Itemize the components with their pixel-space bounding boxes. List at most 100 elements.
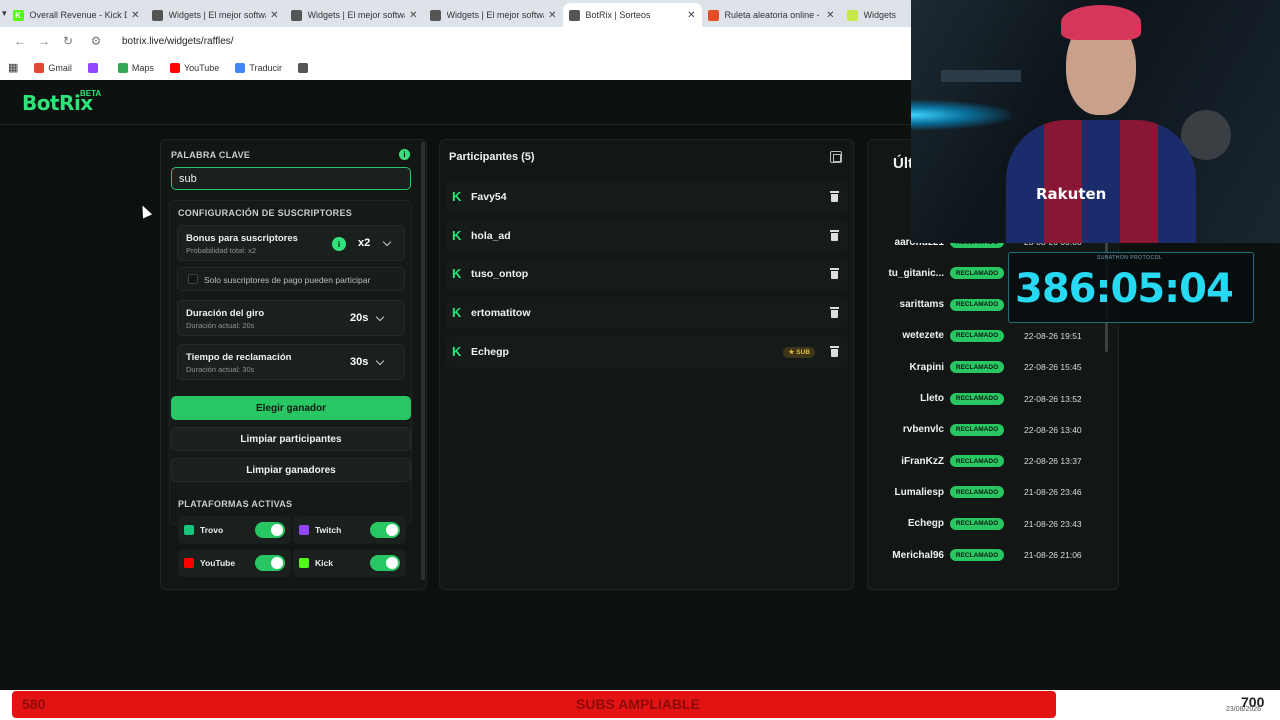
clear-winners-button[interactable]: Limpiar ganadores: [171, 458, 411, 482]
winner-row: Lleto RECLAMADO 22-08-26 13:52: [882, 386, 1102, 412]
participant-row: K Favy54: [446, 181, 848, 213]
close-icon[interactable]: ✕: [409, 10, 417, 21]
bookmark-favicon-icon: [235, 62, 246, 73]
winner-row: Lumaliesp RECLAMADO 21-08-26 23:46: [882, 479, 1102, 505]
claimed-badge: RECLAMADO: [950, 267, 1004, 280]
url-field[interactable]: botrix.live/widgets/raffles/: [122, 36, 234, 47]
trash-icon[interactable]: [830, 191, 839, 202]
browser-tab[interactable]: Widgets | El mejor softwa ✕: [146, 3, 285, 27]
chevron-down-icon[interactable]: [375, 356, 385, 366]
browser-tab[interactable]: BotRix | Sorteos ✕: [562, 3, 702, 27]
browser-chrome: ▾ K Overall Revenue - Kick Da ✕ Widgets | E…: [0, 0, 974, 80]
browser-tab[interactable]: Widgets | El mejor softwa ✕: [285, 3, 424, 27]
sub-goal-progress: [12, 691, 1056, 718]
pick-winner-button[interactable]: Elegir ganador: [171, 396, 411, 420]
bookmark-item[interactable]: YouTube: [169, 62, 219, 73]
forward-icon[interactable]: →: [32, 34, 56, 48]
bookmark-favicon-icon: [34, 62, 45, 73]
claimed-badge: RECLAMADO: [950, 455, 1004, 468]
browser-tab[interactable]: Widgets | El mejor softwa ✕: [424, 3, 563, 27]
raffle-settings-panel: PALABRA CLAVE i sub CONFIGURACIÓN DE SUS…: [160, 139, 427, 590]
only-paid-checkbox[interactable]: [188, 274, 198, 284]
spin-subtitle: Duración actual: 20s: [186, 321, 255, 330]
trash-icon[interactable]: [830, 229, 839, 241]
back-icon[interactable]: ←: [8, 34, 32, 48]
bookmark-label: Maps: [131, 62, 154, 73]
trovo-toggle[interactable]: [255, 522, 285, 538]
winner-name: Echegp: [907, 518, 944, 530]
browser-tab[interactable]: K Overall Revenue - Kick Da ✕: [7, 3, 146, 27]
kick-icon: K: [452, 227, 462, 243]
cam-streamer-hair: [1061, 5, 1141, 40]
winner-name: Lleto: [920, 393, 944, 404]
trash-icon[interactable]: [830, 307, 839, 319]
chevron-down-icon[interactable]: [375, 312, 385, 322]
tab-favicon-icon: [846, 9, 858, 21]
winner-name: rvbenvlc: [902, 424, 944, 436]
sub-goal-date: 23/08/2026: [1226, 706, 1262, 713]
winner-date: 22-08-26 13:52: [1024, 393, 1082, 404]
trash-icon[interactable]: [830, 268, 839, 280]
kick-toggle[interactable]: [370, 555, 400, 571]
bookmarks-bar: ▦ Gmail Maps YouTube Traducir: [0, 55, 911, 80]
site-info-icon[interactable]: ⚙: [84, 34, 108, 48]
platforms-label: PLATAFORMAS ACTIVAS: [178, 499, 293, 509]
winner-date: 22-08-26 19:51: [1024, 330, 1082, 341]
close-icon[interactable]: ✕: [548, 10, 556, 21]
tab-favicon-icon: [707, 9, 719, 21]
spin-title: Duración del giro: [186, 308, 265, 319]
sub-badge-label: SUB: [796, 348, 810, 356]
close-icon[interactable]: ✕: [131, 10, 139, 21]
winner-date: 22-08-26 13:37: [1024, 456, 1082, 467]
bookmark-favicon-icon: [117, 62, 128, 73]
tab-title: Overall Revenue - Kick Da: [29, 10, 128, 20]
bookmark-favicon-icon: [169, 62, 180, 73]
bookmark-item[interactable]: Gmail: [34, 62, 72, 73]
browser-tab[interactable]: Ruleta aleatoria online - ✕: [702, 3, 841, 27]
platform-youtube: YouTube: [178, 549, 291, 577]
platform-name: YouTube: [200, 558, 236, 568]
close-icon[interactable]: ✕: [687, 10, 695, 21]
apps-grid-icon[interactable]: ▦: [8, 61, 18, 74]
participant-name: Favy54: [471, 191, 507, 203]
platform-kick: Kick: [293, 549, 406, 577]
trash-icon[interactable]: [830, 345, 839, 357]
winner-row: Echegp RECLAMADO 21-08-26 23:43: [882, 511, 1102, 537]
reload-icon[interactable]: ↻: [56, 34, 80, 48]
winner-row: Krapini RECLAMADO 22-08-26 15:45: [882, 354, 1102, 380]
youtube-toggle[interactable]: [255, 555, 285, 571]
platform-trovo: Trovo: [178, 516, 291, 544]
winner-row: rvbenvlc RECLAMADO 22-08-26 13:40: [882, 417, 1102, 443]
claimed-badge: RECLAMADO: [950, 361, 1004, 374]
copy-icon[interactable]: [830, 151, 842, 163]
spin-select[interactable]: 20s: [350, 312, 368, 324]
settings-scrollbar[interactable]: [421, 142, 425, 580]
participant-name: Echegp: [471, 345, 509, 358]
trovo-icon: [184, 525, 194, 535]
info-icon[interactable]: i: [399, 149, 410, 160]
chevron-down-icon[interactable]: [382, 237, 392, 247]
claim-subtitle: Duración actual: 30s: [186, 365, 255, 374]
participants-title: Participantes (5): [449, 151, 535, 163]
winner-row: wetezete RECLAMADO 22-08-26 19:51: [882, 323, 1102, 349]
bonus-info-icon[interactable]: i: [332, 237, 346, 251]
bookmark-item[interactable]: Traducir: [235, 62, 282, 73]
keyword-input[interactable]: sub: [171, 167, 411, 190]
close-icon[interactable]: ✕: [270, 10, 278, 21]
tab-strip: ▾ K Overall Revenue - Kick Da ✕ Widgets | E…: [0, 0, 974, 27]
close-icon[interactable]: ✕: [826, 10, 834, 21]
cam-streamer-shirt: [1006, 120, 1196, 243]
bonus-select[interactable]: x2: [358, 237, 370, 249]
winner-date: 21-08-26 23:46: [1024, 487, 1082, 498]
claimed-badge: RECLAMADO: [950, 423, 1004, 436]
participant-row: Kertomatitow: [446, 297, 848, 330]
twitch-toggle[interactable]: [370, 522, 400, 538]
clear-participants-button[interactable]: Limpiar participantes: [171, 427, 411, 451]
bookmark-item[interactable]: [87, 62, 102, 73]
bookmark-item[interactable]: Maps: [117, 62, 154, 73]
claim-select[interactable]: 30s: [350, 356, 368, 368]
only-paid-card: Solo suscriptores de pago pueden partici…: [177, 267, 405, 291]
bookmark-item[interactable]: [298, 62, 312, 73]
sub-badge: ★ SUB: [783, 346, 815, 358]
platform-name: Kick: [315, 558, 333, 568]
